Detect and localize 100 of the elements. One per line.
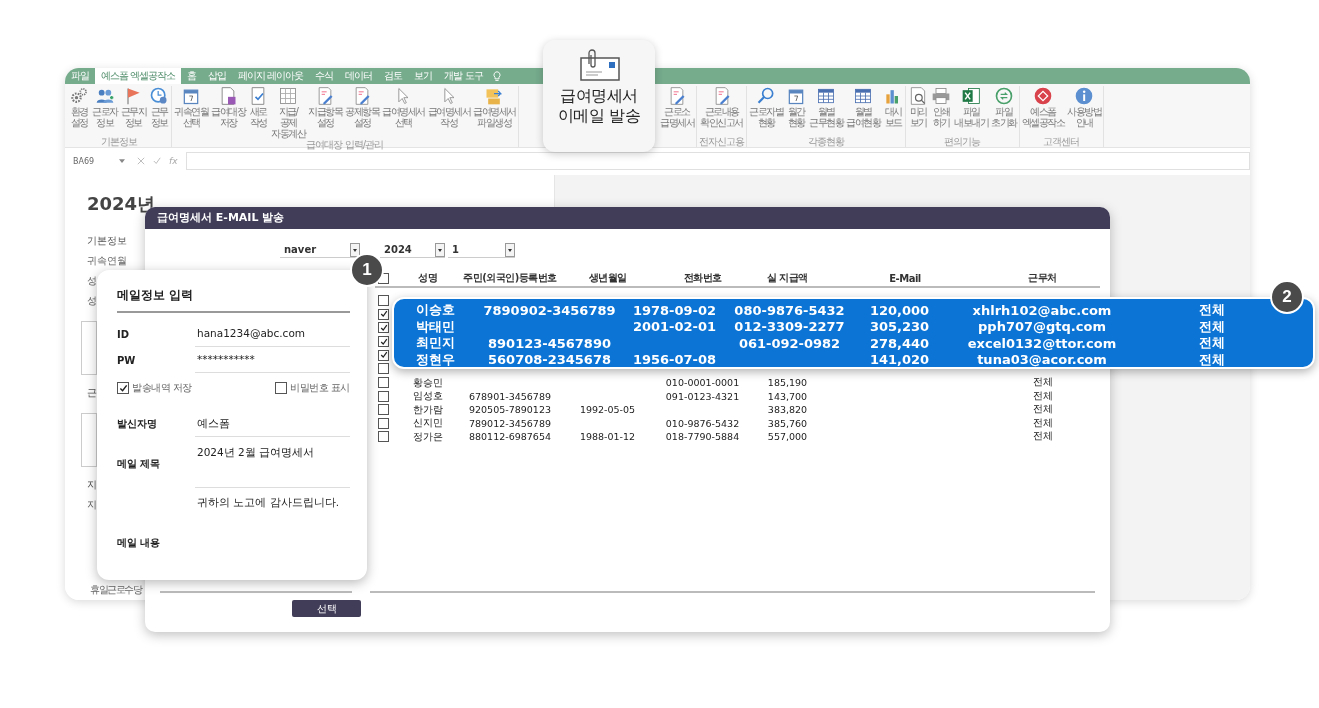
ribbon-tab[interactable]: 페이지 레이아웃 — [232, 68, 310, 84]
ribbon-button[interactable]: 근로내용 확인신고서 — [700, 86, 743, 136]
table-cell: 012-3309-2277 — [734, 319, 845, 334]
checkbox[interactable] — [378, 322, 389, 334]
ribbon-button[interactable]: 월별 근무현황 — [809, 86, 843, 136]
select-button[interactable]: 선택 — [292, 600, 361, 617]
ribbon-button[interactable]: 미리 보기 — [908, 86, 928, 136]
dropdown[interactable]: naver — [280, 242, 360, 258]
ribbon-button[interactable]: 파일 내보내기 — [954, 86, 988, 136]
table-cell: 091-0123-4321 — [665, 390, 740, 402]
table-cell: 143,700 — [767, 390, 808, 402]
ribbon-button[interactable]: 월간 현황 — [786, 86, 806, 136]
ribbon-button[interactable]: 근무 정보 — [149, 86, 169, 136]
checkbox[interactable] — [378, 377, 389, 389]
ribbon-button[interactable]: 월별 급여현황 — [846, 86, 880, 136]
checkbox[interactable] — [378, 308, 389, 320]
ribbon-tab[interactable]: 예스폼 엑셀공작소 — [95, 68, 182, 84]
field-label: ID — [117, 328, 131, 340]
ribbon-tab[interactable]: 데이터 — [339, 68, 379, 84]
step-badge: 2 — [1270, 280, 1304, 314]
ribbon-button[interactable]: 인쇄 하기 — [931, 86, 951, 136]
table-cell: 560708-2345678 — [488, 352, 611, 367]
table-cell: 120,000 — [869, 302, 930, 318]
ribbon-group-label: 기본정보 — [101, 136, 137, 147]
ribbon-group-label: 전자신고용 — [699, 136, 744, 147]
ribbon-button[interactable]: 근로자 정보 — [92, 86, 118, 136]
table-cell: 임성호 — [412, 390, 443, 402]
checkbox[interactable] — [275, 382, 288, 394]
checkbox[interactable] — [378, 363, 389, 375]
caret-icon — [505, 242, 515, 257]
table-cell: 1992-05-05 — [579, 404, 636, 416]
ribbon-tab[interactable]: 검토 — [378, 68, 409, 84]
ribbon-button[interactable]: 급여명세서 파일생성 — [473, 86, 516, 139]
table-cell: 전체 — [1199, 335, 1225, 350]
field-label: 성 — [87, 274, 97, 288]
ribbon-tab[interactable]: 파일 — [65, 68, 95, 84]
ribbon-button[interactable]: 사용방법 안내 — [1067, 86, 1101, 136]
table-cell: 880112-6987654 — [469, 431, 551, 443]
table-cell: 385,760 — [767, 417, 808, 429]
input-field[interactable]: 2024년 2월 급여명세서 — [195, 439, 350, 488]
checkbox[interactable] — [378, 349, 389, 361]
ribbon-button[interactable]: 공제항목 설정 — [345, 86, 379, 139]
input-field[interactable]: hana1234@abc.com — [195, 321, 350, 347]
table-cell: 890123-4567890 — [488, 335, 611, 351]
ribbon-button[interactable]: 새로 작성 — [248, 86, 268, 139]
ribbon-tab[interactable]: 개발 도구 — [438, 68, 489, 84]
name-box[interactable]: BA69 — [69, 153, 129, 169]
checkbox[interactable] — [378, 417, 389, 429]
ribbon-tab[interactable]: 삽입 — [202, 68, 233, 84]
ribbon-button[interactable]: 환경 설정 — [69, 86, 89, 136]
checkbox[interactable] — [378, 336, 389, 348]
ribbon-button[interactable]: 귀속연월 선택 — [174, 86, 208, 139]
input-field[interactable]: *********** — [195, 347, 350, 373]
table-cell: 061-092-0982 — [738, 335, 841, 351]
text-area[interactable]: 귀하의 노고에 감사드립니다. — [195, 488, 350, 554]
function-button[interactable]: fx — [169, 156, 178, 166]
formula-field[interactable] — [185, 152, 1250, 170]
checkbox[interactable] — [378, 295, 389, 307]
caret-icon — [435, 242, 445, 257]
ribbon-button[interactable]: 대시 보드 — [883, 86, 903, 136]
table-cell: 최민지 — [416, 335, 455, 350]
checkbox[interactable] — [378, 431, 389, 443]
table-cell: 전체 — [1199, 302, 1225, 317]
ribbon-button[interactable]: 지급항목 설정 — [308, 86, 342, 139]
ribbon-button[interactable]: 파일 초기화 — [991, 86, 1017, 136]
sheet-title: 2024년 — [87, 193, 156, 215]
ribbon-button[interactable]: 급여명세서 작성 — [427, 86, 470, 139]
ribbon-button[interactable]: 급여명세서 선택 — [382, 86, 425, 139]
field-label: 성 — [87, 294, 97, 308]
table-cell: 황승민 — [412, 376, 443, 388]
table-cell: 전체 — [1032, 416, 1053, 428]
section-label: 기본정보 — [87, 234, 127, 248]
input-field[interactable]: 예스폼 — [195, 411, 350, 437]
ribbon-tab[interactable]: 홈 — [181, 68, 203, 84]
checkbox-option[interactable]: 발송내역 저장 — [117, 381, 192, 395]
table-cell: 박태민 — [416, 318, 455, 334]
table-cell: 전체 — [1032, 389, 1053, 401]
table-cell: 278,440 — [869, 335, 930, 351]
table-cell: tuna03@acor.com — [977, 352, 1107, 367]
ribbon-button[interactable]: 급여대장 저장 — [211, 86, 245, 139]
ribbon-group-label: 고객센터 — [1043, 136, 1080, 147]
checkbox[interactable] — [378, 404, 389, 416]
ribbon-button[interactable]: 근무지 정보 — [120, 86, 146, 136]
dropdown[interactable]: 1 — [448, 242, 515, 258]
ribbon-button[interactable]: 근로자별 현황 — [749, 86, 783, 136]
ribbon-button[interactable]: 예스폼 엑셀공작소 — [1021, 86, 1064, 136]
table-cell: 정가은 — [412, 430, 443, 442]
ribbon-tab[interactable]: 보기 — [408, 68, 439, 84]
checkmark-icon[interactable] — [153, 157, 161, 165]
dialog-title: 급여명세서 E-MAIL 발송 — [157, 211, 285, 224]
dropdown[interactable]: 2024 — [380, 242, 445, 258]
ribbon-button[interactable]: 지급/공제 자동계산 — [271, 86, 305, 139]
checkbox-option[interactable]: 비밀번호 표시 — [275, 381, 350, 395]
ribbon-button[interactable]: 근로소 급명세서 — [660, 86, 694, 147]
checkbox[interactable] — [378, 390, 389, 402]
table-cell: 이승호 — [416, 302, 455, 317]
column-header: 근무처 — [1027, 271, 1058, 285]
table-cell: 전체 — [1199, 351, 1225, 367]
ribbon-tab[interactable]: 수식 — [309, 68, 340, 84]
checkbox[interactable] — [117, 382, 129, 394]
